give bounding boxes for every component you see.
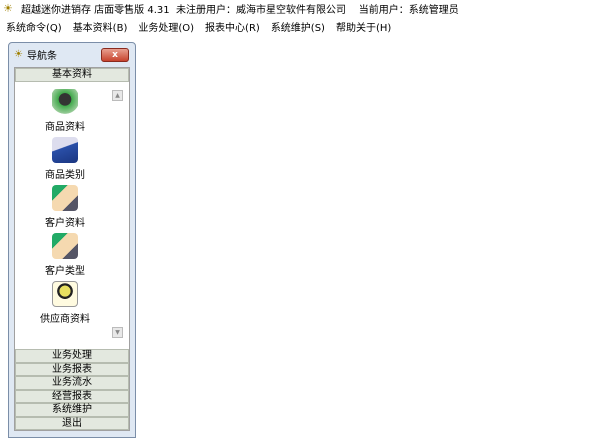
computer-icon	[52, 89, 78, 115]
item-label: 供应商资料	[40, 314, 90, 325]
title-bar: ☀ 超越迷你进销存 店面零售版 4.31 未注册用户：威海市星空软件有限公司 当…	[0, 0, 600, 17]
section-business-reports[interactable]: 业务报表	[15, 362, 129, 376]
nav-item-products[interactable]: 商品资料	[15, 89, 115, 133]
close-button[interactable]: x	[101, 48, 129, 62]
section-exit[interactable]: 退出	[15, 416, 129, 430]
handshake-icon	[52, 185, 78, 211]
item-label: 商品资料	[45, 122, 85, 133]
menu-business[interactable]: 业务处理(O)	[132, 19, 199, 34]
bulb-icon: ☀	[14, 48, 23, 60]
section-basic[interactable]: 基本资料	[15, 68, 129, 82]
item-label: 客户资料	[45, 218, 85, 229]
menu-reports[interactable]: 报表中心(R)	[199, 19, 265, 34]
section-business-flow[interactable]: 业务流水	[15, 376, 129, 390]
nav-item-customers[interactable]: 客户资料	[15, 185, 115, 229]
menu-maintenance[interactable]: 系统维护(S)	[265, 19, 330, 34]
person-icon	[52, 281, 78, 307]
bulb-icon: ☀	[3, 2, 13, 15]
navigation-panel: ☀ 导航条 x 基本资料 商品资料 商品类别 客户资料 客户类型 供应商资料 ▲…	[8, 42, 136, 438]
handshake-icon	[52, 233, 78, 259]
box-icon	[52, 137, 78, 163]
nav-body: 基本资料 商品资料 商品类别 客户资料 客户类型 供应商资料 ▲ ▼ 业务处理 …	[14, 67, 130, 431]
nav-title: 导航条	[26, 50, 57, 62]
nav-item-customer-types[interactable]: 客户类型	[15, 233, 115, 277]
section-list: 业务处理 业务报表 业务流水 经营报表 系统维护 退出	[15, 349, 129, 430]
menu-bar: 系统命令(Q) 基本资料(B) 业务处理(O) 报表中心(R) 系统维护(S) …	[0, 17, 600, 35]
scroll-up-button[interactable]: ▲	[112, 90, 123, 101]
menu-system[interactable]: 系统命令(Q)	[0, 19, 67, 34]
section-operating-reports[interactable]: 经营报表	[15, 389, 129, 403]
item-label: 商品类别	[45, 170, 85, 181]
window-title: 超越迷你进销存 店面零售版 4.31 未注册用户：威海市星空软件有限公司 当前用…	[21, 5, 459, 16]
scroll-down-button[interactable]: ▼	[112, 327, 123, 338]
menu-help[interactable]: 帮助关于(H)	[330, 19, 396, 34]
item-label: 客户类型	[45, 266, 85, 277]
nav-item-categories[interactable]: 商品类别	[15, 137, 115, 181]
menu-basic[interactable]: 基本资料(B)	[67, 19, 133, 34]
section-maintenance[interactable]: 系统维护	[15, 403, 129, 417]
nav-items: 商品资料 商品类别 客户资料 客户类型 供应商资料 ▲ ▼	[15, 81, 129, 342]
nav-item-suppliers[interactable]: 供应商资料	[15, 281, 115, 325]
section-business[interactable]: 业务处理	[15, 349, 129, 363]
